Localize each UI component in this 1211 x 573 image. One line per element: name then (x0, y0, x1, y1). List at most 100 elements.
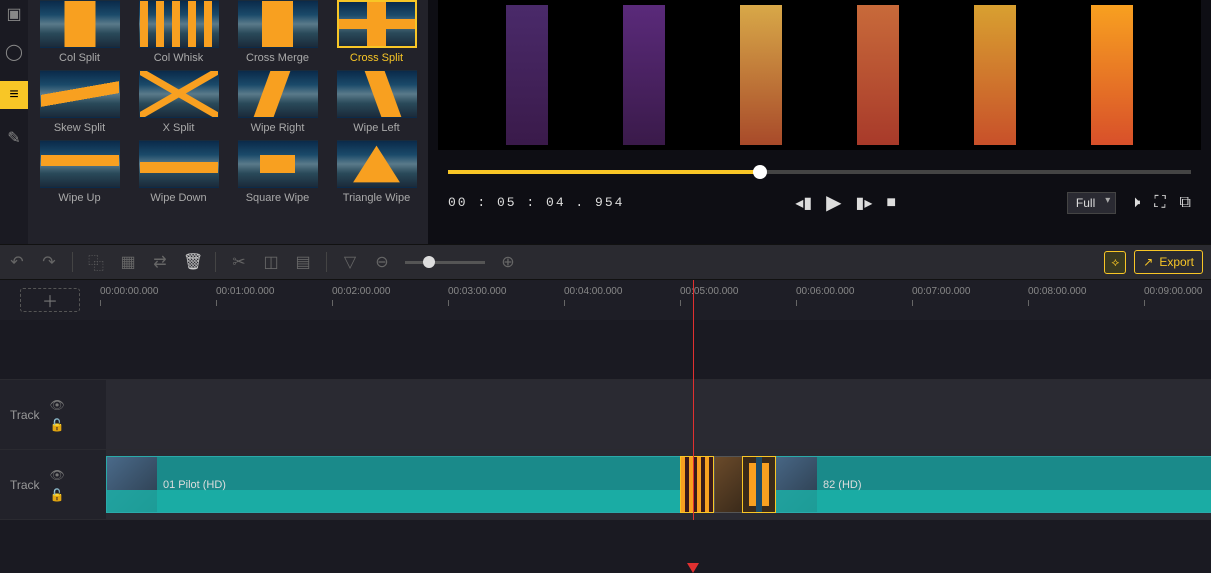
lock-icon[interactable]: 🔓 (50, 488, 65, 502)
transition-thumb (40, 140, 120, 188)
ruler-tick: 00:03:00.000 (448, 286, 506, 297)
track-label: Track (10, 478, 40, 492)
stop-icon[interactable]: ■ (886, 194, 896, 212)
transition-label: X Split (163, 122, 195, 134)
transition-thumb (238, 140, 318, 188)
transition-label: Wipe Left (353, 122, 399, 134)
snapshot-icon[interactable]: ⛶ (1154, 194, 1165, 212)
volume-icon[interactable]: 🕨 (1130, 194, 1140, 212)
transition-label: Cross Split (350, 52, 403, 64)
copy-icon[interactable]: ⿻ (87, 250, 105, 274)
track-body[interactable]: 01 Pilot (HD) 82 (HD) (106, 450, 1211, 519)
ruler-tick: 00:02:00.000 (332, 286, 390, 297)
transition-item-wipe-down[interactable]: Wipe Down (135, 140, 222, 204)
track-label: Track (10, 408, 40, 422)
undo-icon[interactable]: ↶ (8, 252, 26, 272)
delete-icon[interactable]: 🗑 (183, 252, 201, 272)
transition-thumb (238, 0, 318, 48)
transition-label: Square Wipe (246, 192, 310, 204)
track-row: Track 👁 🔓 (0, 380, 1211, 450)
paste-icon[interactable]: ▦ (119, 252, 137, 272)
transition-item-wipe-right[interactable]: Wipe Right (234, 70, 321, 134)
transition-item-skew-split[interactable]: Skew Split (36, 70, 123, 134)
size-mode-label: Full (1076, 196, 1095, 210)
link-icon[interactable]: ⇄ (151, 252, 169, 272)
transition-label: Wipe Up (58, 192, 100, 204)
transition-item-cross-split[interactable]: Cross Split (333, 0, 420, 64)
ruler-tick: 00:05:00.000 (680, 286, 738, 297)
preview-bar (857, 5, 899, 145)
export-button[interactable]: ↗ Export (1134, 250, 1203, 274)
sidebar-shapes-icon[interactable]: ◯ (5, 43, 23, 61)
lock-icon[interactable]: 🔓 (50, 418, 65, 432)
transition-item-square-wipe[interactable]: Square Wipe (234, 140, 321, 204)
separator (215, 252, 216, 272)
transition-item-wipe-left[interactable]: Wipe Left (333, 70, 420, 134)
separator (72, 252, 73, 272)
detach-icon[interactable]: ⧉ (1180, 194, 1191, 212)
export-label: Export (1159, 255, 1194, 269)
zoom-handle[interactable] (423, 256, 435, 268)
zoom-in-icon[interactable]: ⊕ (499, 252, 517, 272)
ruler-tick: 00:07:00.000 (912, 286, 970, 297)
ruler-tick: 00:04:00.000 (564, 286, 622, 297)
transition-item-col-split[interactable]: Col Split (36, 0, 123, 64)
transition-label: Col Whisk (154, 52, 204, 64)
transition-thumb (139, 140, 219, 188)
left-sidebar: ▣ ◯ ≡ ✎ (0, 0, 28, 244)
transition-label: Wipe Down (150, 192, 206, 204)
crop-icon[interactable]: ◫ (262, 252, 280, 272)
preview-bar (623, 5, 665, 145)
visibility-icon[interactable]: 👁 (50, 468, 65, 482)
transition-item-wipe-up[interactable]: Wipe Up (36, 140, 123, 204)
transition-item-col-whisk[interactable]: Col Whisk (135, 0, 222, 64)
redo-icon[interactable]: ↷ (40, 252, 58, 272)
preview-bar (974, 5, 1016, 145)
ai-button[interactable]: ⟡ (1104, 251, 1126, 274)
clip-audio-bar (767, 490, 1211, 512)
preview-bar (740, 5, 782, 145)
next-frame-icon[interactable]: ▮▸ (856, 193, 873, 213)
ruler-tick: 00:09:00.000 (1144, 286, 1202, 297)
progress-handle[interactable] (753, 165, 767, 179)
track-header: Track 👁 🔓 (0, 380, 106, 449)
group-icon[interactable]: ▤ (294, 252, 312, 272)
ruler-tick: 00:00:00.000 (100, 286, 158, 297)
transition-item-triangle-wipe[interactable]: Triangle Wipe (333, 140, 420, 204)
export-arrow-icon: ↗ (1143, 255, 1153, 269)
clip-audio-bar (107, 490, 715, 512)
empty-track-area (0, 320, 1211, 380)
prev-frame-icon[interactable]: ◂▮ (795, 193, 812, 213)
track-body[interactable] (106, 380, 1211, 449)
separator (326, 252, 327, 272)
progress-bar[interactable] (448, 170, 1191, 174)
clip-label: 82 (HD) (817, 479, 862, 491)
transition-thumb (40, 70, 120, 118)
transition-label: Col Split (59, 52, 100, 64)
visibility-icon[interactable]: 👁 (50, 398, 65, 412)
size-mode-select[interactable]: Full (1067, 192, 1116, 214)
add-track-button[interactable]: ＋ (20, 288, 80, 312)
transition-thumb (337, 140, 417, 188)
clip[interactable]: 01 Pilot (HD) (106, 456, 716, 513)
clip-thumb-mid (714, 456, 744, 513)
timeline-toolbar: ↶ ↷ ⿻ ▦ ⇄ 🗑 ✂ ◫ ▤ ▽ ⊖ ⊕ ⟡ ↗ Export (0, 244, 1211, 280)
transition-label: Triangle Wipe (343, 192, 410, 204)
applied-transition[interactable] (742, 456, 776, 513)
cut-icon[interactable]: ✂ (230, 252, 248, 272)
track-header: Track 👁 🔓 (0, 450, 106, 519)
zoom-slider[interactable] (405, 261, 485, 264)
transition-item-x-split[interactable]: X Split (135, 70, 222, 134)
marker-icon[interactable]: ▽ (341, 252, 359, 272)
play-icon[interactable]: ▶ (826, 190, 841, 215)
transition-thumb (139, 0, 219, 48)
sidebar-transitions-icon[interactable]: ≡ (0, 81, 28, 109)
zoom-out-icon[interactable]: ⊖ (373, 252, 391, 272)
applied-transition[interactable] (680, 456, 714, 513)
sidebar-effects-icon[interactable]: ✎ (5, 129, 23, 147)
transition-item-cross-merge[interactable]: Cross Merge (234, 0, 321, 64)
clip[interactable]: 82 (HD) (766, 456, 1211, 513)
preview-canvas (438, 0, 1201, 150)
transition-label: Wipe Right (251, 122, 305, 134)
sidebar-media-icon[interactable]: ▣ (5, 5, 23, 23)
